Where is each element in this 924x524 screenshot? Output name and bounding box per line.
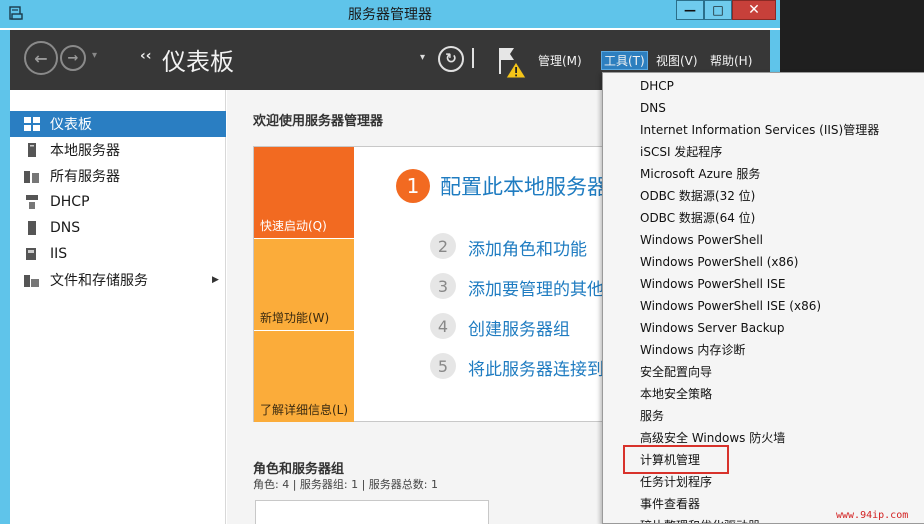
sidebar-item-label: 所有服务器 — [50, 169, 120, 185]
menu-item-powershell-ise[interactable]: Windows PowerShell ISE — [640, 273, 786, 295]
quick-start-panel: 快速启动(Q) 新增功能(W) 了解详细信息(L) 1 配置此本地服务器 2 添… — [253, 146, 655, 422]
menu-item-memory-diagnostic[interactable]: Windows 内存诊断 — [640, 339, 745, 361]
step-number: 2 — [430, 233, 456, 259]
tile-learn-more[interactable]: 了解详细信息(L) — [254, 331, 354, 422]
header-separator — [472, 48, 474, 68]
sidebar-item-dashboard[interactable]: 仪表板 — [10, 111, 226, 137]
desktop-background — [780, 0, 924, 72]
sidebar-item-all-servers[interactable]: 所有服务器 — [10, 163, 226, 189]
minimize-button[interactable]: — — [676, 0, 704, 20]
arrow-right-icon: → — [67, 50, 79, 66]
sidebar-item-label: DNS — [50, 220, 81, 236]
step-item: 4 创建服务器组 — [430, 313, 630, 341]
sidebar-item-label: 文件和存储服务 — [50, 273, 148, 289]
menu-item-defrag[interactable]: 碎片整理和优化驱动器 — [640, 515, 760, 523]
refresh-button[interactable]: ↻ — [438, 46, 464, 72]
menu-item-event-viewer[interactable]: 事件查看器 — [640, 493, 700, 515]
servers-icon — [24, 169, 40, 183]
menu-item-powershell-ise-x86[interactable]: Windows PowerShell ISE (x86) — [640, 295, 821, 317]
dns-icon — [24, 221, 40, 235]
menu-view[interactable]: 视图(V) — [656, 52, 698, 69]
sidebar-item-label: DHCP — [50, 194, 90, 210]
step-number: 4 — [430, 313, 456, 339]
window-frame-left — [0, 30, 10, 524]
forward-button[interactable]: → — [60, 45, 86, 71]
storage-icon — [24, 273, 40, 287]
step-add-roles-link[interactable]: 添加角色和功能 — [468, 235, 587, 260]
menu-item-azure[interactable]: Microsoft Azure 服务 — [640, 163, 760, 185]
arrow-left-icon: ← — [34, 48, 48, 68]
menu-item-odbc-64[interactable]: ODBC 数据源(64 位) — [640, 207, 755, 229]
roles-summary: 角色: 4 | 服务器组: 1 | 服务器总数: 1 — [253, 478, 439, 491]
step-number: 5 — [430, 353, 456, 379]
dashboard-icon — [24, 117, 40, 131]
sidebar-item-label: 本地服务器 — [50, 143, 120, 159]
tile-quick-start[interactable]: 快速启动(Q) — [254, 147, 354, 238]
menu-item-services[interactable]: 服务 — [640, 405, 664, 427]
menu-item-powershell[interactable]: Windows PowerShell — [640, 229, 763, 251]
notification-flag-icon[interactable] — [494, 44, 528, 80]
sidebar-item-file-storage[interactable]: 文件和存储服务 ▶ — [10, 267, 226, 293]
step-create-group-link[interactable]: 创建服务器组 — [468, 315, 570, 340]
title-bar: 服务器管理器 — □ ✕ — [0, 0, 780, 28]
tile-label: 快速启动(Q) — [260, 219, 327, 233]
sidebar-item-label: IIS — [50, 246, 68, 262]
menu-help[interactable]: 帮助(H) — [710, 52, 752, 69]
menu-item-local-security-policy[interactable]: 本地安全策略 — [640, 383, 712, 405]
watermark-text: www.94ip.com — [836, 510, 909, 521]
breadcrumb-chevron-icon: ‹‹ — [140, 48, 152, 64]
tile-whats-new[interactable]: 新增功能(W) — [254, 239, 354, 330]
close-icon: ✕ — [748, 2, 760, 18]
sidebar: 仪表板 本地服务器 所有服务器 DHCP DNS IIS 文件和存储服务 ▶ — [10, 90, 226, 524]
server-manager-window: 服务器管理器 — □ ✕ ← → ▾ ‹‹ 仪表板 ▾ ↻ 管理(M) 工具(T… — [0, 0, 924, 524]
iis-icon — [24, 247, 40, 261]
menu-item-iis-manager[interactable]: Internet Information Services (IIS)管理器 — [640, 119, 879, 141]
welcome-heading: 欢迎使用服务器管理器 — [253, 114, 384, 129]
close-button[interactable]: ✕ — [732, 0, 776, 20]
step-number: 1 — [396, 169, 430, 203]
role-tile[interactable] — [255, 500, 489, 524]
back-button[interactable]: ← — [24, 41, 58, 75]
menu-item-odbc-32[interactable]: ODBC 数据源(32 位) — [640, 185, 755, 207]
highlight-box — [623, 445, 729, 474]
step-item: 3 添加要管理的其他服务器 — [430, 273, 655, 301]
step-item: 2 添加角色和功能 — [430, 233, 630, 261]
minimize-icon: — — [684, 3, 696, 17]
dashboard-main: 欢迎使用服务器管理器 快速启动(Q) 新增功能(W) 了解详细信息(L) 1 配… — [227, 90, 655, 524]
menu-item-iscsi[interactable]: iSCSI 发起程序 — [640, 141, 722, 163]
page-title: 仪表板 — [162, 48, 234, 76]
sidebar-item-iis[interactable]: IIS — [10, 241, 226, 267]
sidebar-item-local-server[interactable]: 本地服务器 — [10, 137, 226, 163]
menu-item-server-backup[interactable]: Windows Server Backup — [640, 317, 785, 339]
roles-heading: 角色和服务器组 — [253, 462, 345, 477]
window-title: 服务器管理器 — [348, 7, 432, 23]
refresh-icon: ↻ — [445, 51, 457, 67]
history-dropdown-icon[interactable]: ▾ — [92, 50, 97, 61]
menu-manage[interactable]: 管理(M) — [538, 52, 582, 69]
menu-item-security-config-wizard[interactable]: 安全配置向导 — [640, 361, 712, 383]
menu-item-powershell-x86[interactable]: Windows PowerShell (x86) — [640, 251, 798, 273]
sidebar-item-label: 仪表板 — [50, 117, 92, 133]
tools-dropdown-menu: DHCP DNS Internet Information Services (… — [602, 72, 924, 524]
menu-item-task-scheduler[interactable]: 任务计划程序 — [640, 471, 712, 493]
menu-item-dns[interactable]: DNS — [640, 97, 666, 119]
menu-item-dhcp[interactable]: DHCP — [640, 75, 674, 97]
dhcp-icon — [24, 195, 40, 209]
server-icon — [24, 143, 40, 157]
step-number: 3 — [430, 273, 456, 299]
maximize-button[interactable]: □ — [704, 0, 732, 20]
maximize-icon: □ — [712, 3, 724, 17]
menu-tools[interactable]: 工具(T) — [601, 51, 648, 70]
step-configure-local-server-link[interactable]: 配置此本地服务器 — [440, 171, 608, 201]
sidebar-item-dns[interactable]: DNS — [10, 215, 226, 241]
sidebar-item-dhcp[interactable]: DHCP — [10, 189, 226, 215]
step-item: 5 将此服务器连接到云服务 — [430, 353, 655, 381]
tile-label: 新增功能(W) — [260, 311, 330, 325]
submenu-arrow-icon[interactable]: ▶ — [212, 275, 219, 285]
refresh-dropdown-icon[interactable]: ▾ — [420, 52, 425, 63]
tile-label: 了解详细信息(L) — [260, 403, 349, 417]
